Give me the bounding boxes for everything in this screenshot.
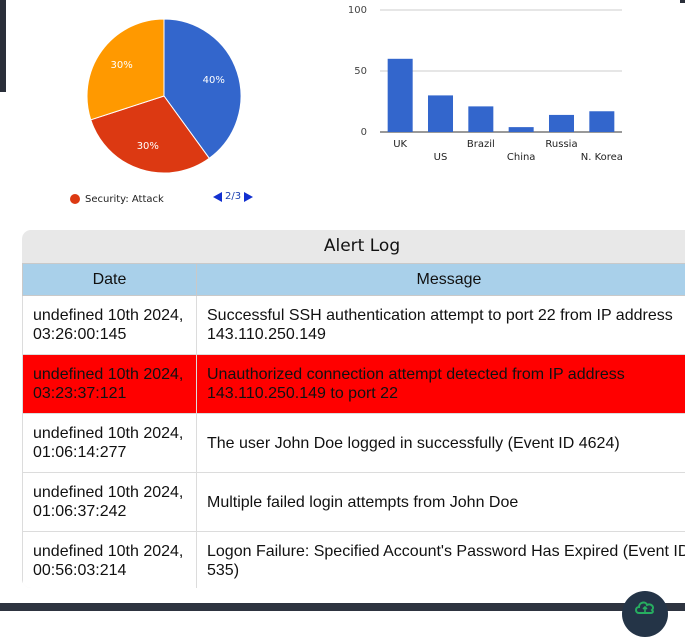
pie-legend-pager: 2/3 [213,191,253,202]
pager-text: 2/3 [225,191,241,202]
alert-message-cell: Successful SSH authentication attempt to… [197,296,685,355]
alert-date-cell: undefined 10th 2024, 03:26:00:145 [23,296,197,355]
table-row[interactable]: undefined 10th 2024, 03:26:00:145Success… [23,296,685,355]
alert-date-cell: undefined 10th 2024, 01:06:14:277 [23,414,197,473]
pager-next-icon[interactable] [244,192,253,202]
bar-x-tick-label: Brazil [467,139,495,150]
pie-legend: Security: Attack [70,192,164,206]
bottom-bar [0,603,685,611]
bar[interactable] [589,111,614,132]
bar-x-tick-label: Russia [545,139,577,150]
legend-label: Security: Attack [85,194,164,205]
pager-prev-icon[interactable] [213,192,222,202]
upload-fab-button[interactable] [622,591,668,637]
bar-x-tick-label: China [507,152,536,163]
alert-message-cell: The user John Doe logged in successfully… [197,414,685,473]
bar[interactable] [468,106,493,132]
table-row[interactable]: undefined 10th 2024, 01:06:37:242Multipl… [23,473,685,532]
column-header-date[interactable]: Date [23,264,197,296]
alert-date-cell: undefined 10th 2024, 00:56:03:214 [23,532,197,589]
bar-y-tick-label: 0 [361,127,367,138]
table-row[interactable]: undefined 10th 2024, 00:56:03:214Logon F… [23,532,685,589]
left-edge-bar [0,0,6,92]
table-row[interactable]: undefined 10th 2024, 01:06:14:277The use… [23,414,685,473]
bar-y-tick-label: 50 [354,66,367,77]
bar-x-tick-label: US [434,152,448,163]
country-bar-chart: 0 50 100 UK US Brazil China Russia N. Korea [340,0,640,175]
bar-x-tick-label: UK [393,139,407,150]
alert-date-cell: undefined 10th 2024, 03:23:37:121 [23,355,197,414]
bar-y-tick-label: 100 [348,5,367,16]
alert-log-table: Date Message undefined 10th 2024, 03:26:… [22,263,685,588]
alert-message-cell: Multiple failed login attempts from John… [197,473,685,532]
alert-log-panel: Alert Log Date Message undefined 10th 20… [22,230,685,588]
bar[interactable] [509,127,534,132]
bar[interactable] [388,59,413,132]
alert-date-cell: undefined 10th 2024, 01:06:37:242 [23,473,197,532]
cloud-upload-icon [634,599,656,615]
alert-message-cell: Logon Failure: Specified Account's Passw… [197,532,685,589]
alert-message-cell: Unauthorized connection attempt detected… [197,355,685,414]
bar[interactable] [428,95,453,132]
right-edge-bar [680,0,685,3]
legend-dot [70,194,80,204]
table-row[interactable]: undefined 10th 2024, 03:23:37:121Unautho… [23,355,685,414]
pie-slice-label: 30% [111,60,133,71]
pie-slice-label: 40% [203,75,225,86]
bar[interactable] [549,115,574,132]
column-header-message[interactable]: Message [197,264,685,296]
alert-log-title: Alert Log [22,230,685,263]
attack-pie-chart: 40% 30% 30% [70,10,260,190]
pie-slice-label: 30% [137,141,159,152]
bar-x-tick-label: N. Korea [581,152,623,163]
